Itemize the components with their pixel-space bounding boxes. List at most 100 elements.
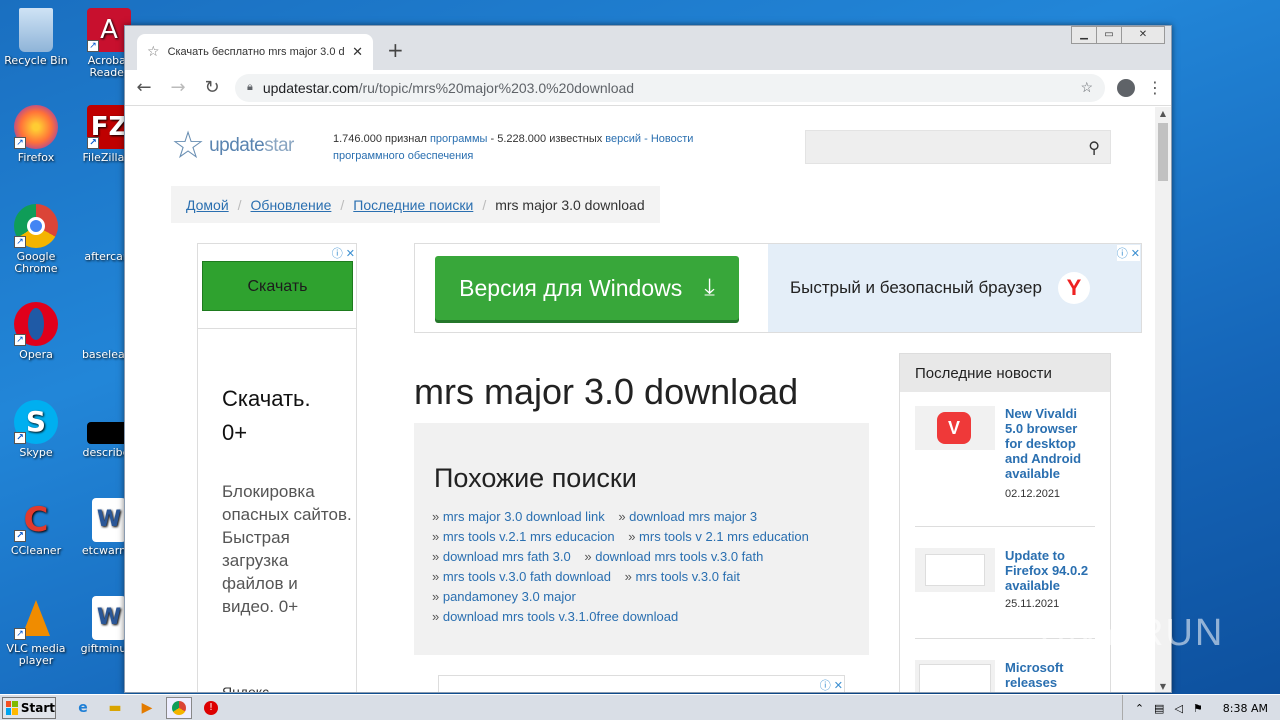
- similar-links: » mrs major 3.0 download link » download…: [432, 509, 809, 624]
- taskbar-ie-icon[interactable]: e: [70, 697, 96, 719]
- search-input[interactable]: ⚲: [805, 130, 1111, 164]
- taskbar: Start e ▬ ▶ ! ⌃ ▤ ◁ ⚑ 8:38 AM: [0, 694, 1280, 720]
- similar-link[interactable]: download mrs major 3: [629, 509, 757, 524]
- taskbar-stop-icon[interactable]: !: [198, 697, 224, 719]
- tab-strip: ☆ Скачать бесплатно mrs major 3.0 downlo…: [125, 26, 1171, 70]
- banner-ad[interactable]: Версия для Windows ⤓ Быстрый и безопасны…: [414, 243, 1142, 333]
- left-ad[interactable]: ⓘ ✕ Скачать Скачать. 0+ Блокировка опасны…: [197, 243, 357, 693]
- desktop-icon-ccleaner[interactable]: C ↗ CCleaner: [3, 498, 69, 557]
- adchoices-icon[interactable]: ⓘ ✕: [1116, 245, 1140, 261]
- desktop-icon-chrome[interactable]: ↗ Google Chrome: [3, 204, 69, 275]
- url-host: updatestar.com: [262, 79, 359, 96]
- opera-icon: ↗: [14, 302, 58, 346]
- close-tab-icon[interactable]: ✕: [352, 45, 363, 60]
- similar-link[interactable]: mrs tools v.2.1 mrs educacion: [443, 529, 615, 544]
- site-stats: 1.746.000 признал программы - 5.228.000 …: [333, 133, 694, 162]
- system-tray: ⌃ ▤ ◁ ⚑ 8:38 AM: [1121, 695, 1280, 720]
- profile-avatar-icon[interactable]: [1117, 78, 1135, 97]
- versions-link[interactable]: версий: [605, 133, 641, 145]
- lock-icon: 🔒︎: [247, 81, 253, 93]
- menu-kebab-icon[interactable]: ⋮: [1147, 78, 1163, 97]
- bookmark-star-icon[interactable]: ☆: [1080, 79, 1093, 96]
- microsoft-update-thumbnail: [915, 660, 995, 692]
- url-path: /ru/topic/mrs%20major%203.0%20download: [358, 79, 635, 96]
- firefox-icon: ↗: [14, 105, 58, 149]
- taskbar-explorer-icon[interactable]: ▬: [102, 697, 128, 719]
- forward-button[interactable]: →: [167, 77, 189, 98]
- anyrun-watermark: ANY RUN: [1040, 612, 1225, 654]
- similar-link[interactable]: mrs major 3.0 download link: [443, 509, 605, 524]
- window-controls: ▁ ▭ ✕: [1071, 26, 1165, 44]
- similar-link[interactable]: download mrs tools v.3.0 fath: [595, 549, 763, 564]
- ad-footer: Яндекс: [222, 684, 270, 693]
- ccleaner-icon: C ↗: [14, 498, 58, 542]
- download-arrow-icon: ⤓: [704, 274, 715, 301]
- tray-flag-icon[interactable]: ⚑: [1193, 702, 1203, 715]
- yandex-logo-icon: Y: [1057, 272, 1090, 304]
- adchoices-icon[interactable]: ⓘ ✕: [331, 245, 355, 261]
- maximize-button[interactable]: ▭: [1096, 26, 1122, 44]
- scroll-thumb[interactable]: [1158, 123, 1168, 181]
- word-doc-icon: W: [92, 596, 126, 640]
- updatestar-favicon-icon: ☆: [147, 44, 160, 60]
- similar-link[interactable]: download mrs tools v.3.1.0free download: [443, 609, 678, 624]
- ad-body-text: Блокировка опасных сайтов. Быстрая загру…: [222, 482, 352, 616]
- similar-link[interactable]: mrs tools v 2.1 mrs education: [639, 529, 809, 544]
- tab-active[interactable]: ☆ Скачать бесплатно mrs major 3.0 downlo…: [137, 34, 373, 70]
- desktop-icon-recycle-bin[interactable]: Recycle Bin: [3, 8, 69, 67]
- news-item[interactable]: V New Vivaldi 5.0 browser for desktop an…: [915, 406, 1095, 546]
- taskbar-media-player-icon[interactable]: ▶: [134, 697, 160, 719]
- start-button[interactable]: Start: [2, 696, 56, 719]
- word-doc-icon: W: [92, 498, 126, 542]
- updatestar-logo[interactable]: ☆ updatestar: [171, 127, 294, 165]
- star-logo-icon: ☆: [171, 125, 206, 167]
- chrome-icon: ↗: [14, 204, 58, 248]
- new-tab-button[interactable]: +: [387, 38, 404, 62]
- similar-searches-title: Похожие поиски: [434, 463, 637, 493]
- bottom-ad[interactable]: ⓘ ✕: [438, 675, 845, 692]
- desktop-icon-firefox[interactable]: ↗ Firefox: [3, 105, 69, 164]
- scroll-up-icon[interactable]: ▲: [1155, 109, 1171, 118]
- desktop-icon-skype[interactable]: S ↗ Skype: [3, 400, 69, 459]
- tray-network-icon[interactable]: ▤: [1154, 702, 1164, 715]
- tray-expand-icon[interactable]: ⌃: [1135, 702, 1144, 715]
- similar-searches: Похожие поиски » mrs major 3.0 download …: [414, 423, 869, 655]
- page-title: mrs major 3.0 download: [414, 371, 799, 412]
- reload-button[interactable]: ↻: [201, 77, 223, 98]
- taskbar-chrome-icon[interactable]: [166, 696, 192, 719]
- programs-link[interactable]: программы: [430, 133, 487, 145]
- close-window-button[interactable]: ✕: [1121, 26, 1165, 44]
- breadcrumb-update[interactable]: Обновление: [251, 197, 332, 213]
- page-scrollbar[interactable]: ▲ ▼: [1155, 107, 1171, 692]
- breadcrumb-current: mrs major 3.0 download: [495, 196, 645, 213]
- similar-link[interactable]: download mrs fath 3.0: [443, 549, 571, 564]
- search-icon[interactable]: ⚲: [1088, 138, 1100, 158]
- tray-clock[interactable]: 8:38 AM: [1223, 702, 1268, 715]
- vlc-cone-icon: ↗: [14, 596, 58, 640]
- browser-toolbar: ← → ↻ 🔒︎ updatestar.com/ru/topic/mrs%20m…: [125, 70, 1171, 106]
- ad-download-button[interactable]: Скачать: [202, 261, 353, 311]
- browser-window: ☆ Скачать бесплатно mrs major 3.0 downlo…: [124, 25, 1172, 693]
- news-item[interactable]: Microsoft releases KB5007253: [915, 660, 1095, 692]
- news-header: Последние новости: [900, 354, 1110, 392]
- similar-link[interactable]: pandamoney 3.0 major: [443, 589, 576, 604]
- breadcrumb-recent-searches[interactable]: Последние поиски: [353, 197, 473, 213]
- page-viewport: ☆ updatestar 1.746.000 признал программы…: [125, 107, 1156, 693]
- similar-link[interactable]: mrs tools v.3.0 fait: [635, 569, 740, 584]
- breadcrumb-home[interactable]: Домой: [186, 197, 229, 213]
- desktop-icon-vlc[interactable]: ↗ VLC media player: [3, 596, 69, 667]
- adchoices-icon[interactable]: ⓘ ✕: [819, 677, 843, 692]
- windows-flag-icon: [6, 700, 18, 715]
- firefox-update-thumbnail: [915, 548, 995, 592]
- similar-link[interactable]: mrs tools v.3.0 fath download: [443, 569, 611, 584]
- minimize-button[interactable]: ▁: [1071, 26, 1097, 44]
- tab-title: Скачать бесплатно mrs major 3.0 download: [167, 46, 345, 58]
- tray-volume-icon[interactable]: ◁: [1174, 702, 1182, 715]
- address-bar[interactable]: 🔒︎ updatestar.com/ru/topic/mrs%20major%2…: [235, 73, 1105, 102]
- vivaldi-thumbnail: V: [915, 406, 995, 450]
- recycle-bin-icon: [19, 8, 53, 52]
- scroll-down-icon[interactable]: ▼: [1155, 682, 1171, 691]
- back-button[interactable]: ←: [133, 77, 155, 98]
- desktop-icon-opera[interactable]: ↗ Opera: [3, 302, 69, 361]
- banner-windows-button[interactable]: Версия для Windows ⤓: [435, 256, 739, 320]
